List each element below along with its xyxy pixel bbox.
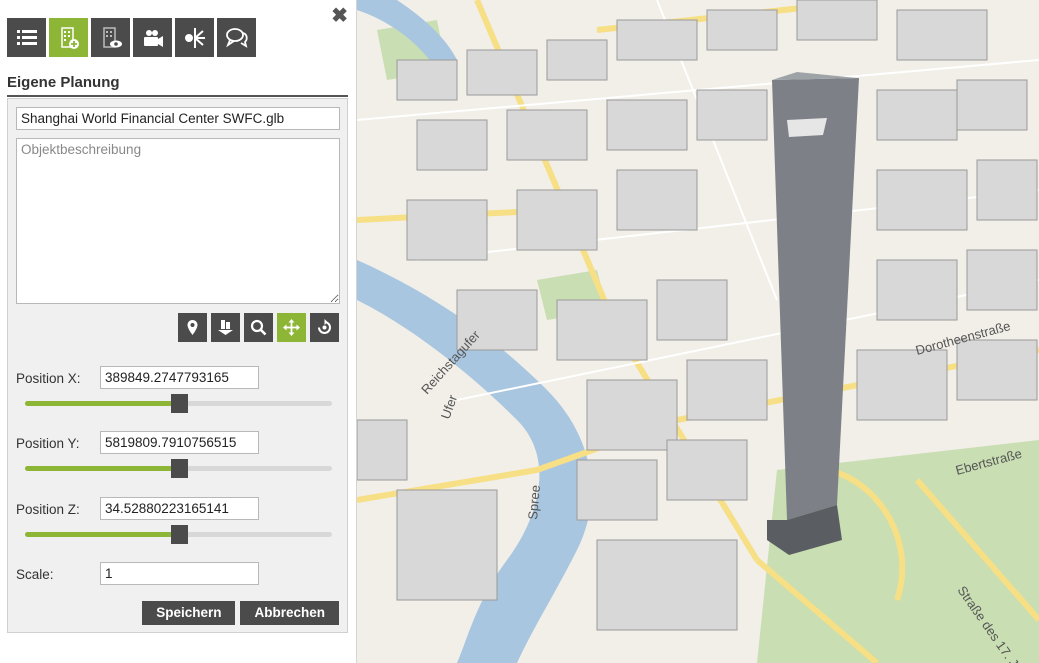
- panel-title: Eigene Planung: [7, 74, 348, 97]
- rotate-icon: [318, 319, 331, 334]
- shadow-sun-icon: [184, 27, 205, 48]
- position-x-slider-fill: [25, 401, 179, 406]
- object-tools: [178, 313, 339, 342]
- add-building-button[interactable]: [49, 18, 88, 57]
- scale-label: Scale:: [16, 567, 54, 582]
- position-z-slider-fill: [25, 532, 179, 537]
- main-toolbar: [7, 18, 256, 57]
- scale-input[interactable]: [100, 562, 259, 585]
- form-actions: Speichern Abbrechen: [142, 601, 339, 625]
- position-y-slider[interactable]: [25, 459, 332, 478]
- position-z-slider-handle[interactable]: [170, 525, 188, 544]
- move-arrows-icon: [283, 319, 300, 336]
- video-camera-icon: [143, 29, 163, 47]
- comments-button[interactable]: [217, 18, 256, 57]
- zoom-to-button[interactable]: [244, 313, 273, 342]
- place-on-ground-button[interactable]: [211, 313, 240, 342]
- map-view[interactable]: Reichstagufer Spree Ufer Ebertstraße Str…: [357, 0, 1039, 663]
- close-icon[interactable]: ✖: [331, 6, 348, 26]
- position-x-input[interactable]: [100, 366, 259, 389]
- position-z-input[interactable]: [100, 497, 259, 520]
- position-x-slider-handle[interactable]: [170, 394, 188, 413]
- object-form: Position X: Position Y: Position Z: Scal…: [7, 98, 348, 633]
- camera-button[interactable]: [133, 18, 172, 57]
- shadow-button[interactable]: [175, 18, 214, 57]
- planning-panel: ✖ Eigene Planung Shanghai World Financia…: [0, 0, 357, 663]
- position-y-slider-fill: [25, 466, 179, 471]
- building-visibility-button[interactable]: [91, 18, 130, 57]
- position-y-slider-handle[interactable]: [170, 459, 188, 478]
- chat-bubbles-icon: [225, 27, 248, 48]
- position-x-label: Position X:: [16, 371, 81, 386]
- save-button[interactable]: Speichern: [142, 601, 236, 625]
- place-on-ground-icon: [218, 320, 233, 335]
- location-pin-icon: [187, 320, 198, 335]
- move-button[interactable]: [277, 313, 306, 342]
- position-z-slider[interactable]: [25, 525, 332, 544]
- list-icon: [16, 29, 37, 45]
- map-label: Spree: [525, 484, 543, 520]
- object-description-input[interactable]: [16, 138, 340, 304]
- map-canvas[interactable]: Reichstagufer Spree Ufer Ebertstraße Str…: [357, 0, 1039, 663]
- position-y-label: Position Y:: [16, 436, 80, 451]
- cancel-button[interactable]: Abbrechen: [240, 601, 339, 625]
- add-building-icon: [60, 26, 79, 49]
- rotate-button[interactable]: [310, 313, 339, 342]
- position-y-input[interactable]: [100, 431, 259, 454]
- zoom-to-icon: [250, 319, 267, 336]
- locate-button[interactable]: [178, 313, 207, 342]
- list-button[interactable]: [7, 18, 46, 57]
- object-name-input[interactable]: [16, 107, 340, 130]
- position-x-slider[interactable]: [25, 394, 332, 413]
- position-z-label: Position Z:: [16, 502, 80, 517]
- building-visibility-icon: [102, 26, 122, 48]
